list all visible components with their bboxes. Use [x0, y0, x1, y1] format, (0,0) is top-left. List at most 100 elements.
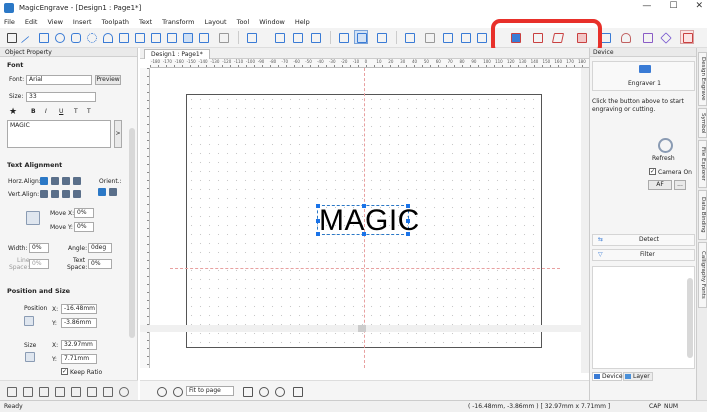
- 3d-tool-icon[interactable]: [640, 30, 654, 44]
- tab-calligraphy-fonts[interactable]: Calligraphy Fonts: [698, 242, 707, 308]
- refresh-icon[interactable]: [658, 138, 673, 153]
- menu-tool[interactable]: Tool: [237, 18, 250, 26]
- zoom-out-icon[interactable]: [170, 384, 184, 398]
- align-justify-icon[interactable]: [73, 177, 81, 185]
- menu-edit[interactable]: Edit: [25, 18, 38, 26]
- curve-tool-icon[interactable]: [116, 30, 130, 44]
- zoom-select[interactable]: Fit to page: [186, 386, 234, 396]
- text-tool-icon[interactable]: [180, 30, 194, 44]
- tab-layer[interactable]: Layer: [623, 372, 653, 381]
- tab-file-explorer[interactable]: File Explorer: [698, 140, 707, 188]
- resize-handle-tr[interactable]: [406, 204, 410, 208]
- trim-tool-icon[interactable]: [458, 30, 472, 44]
- move-x-input[interactable]: 0%: [74, 208, 94, 218]
- align-center-icon[interactable]: [51, 177, 59, 185]
- valign-justify-icon[interactable]: [73, 190, 81, 198]
- menu-toolpath[interactable]: Toolpath: [102, 18, 129, 26]
- pos-y-input[interactable]: -3.86mm: [61, 318, 97, 328]
- favorite-icon[interactable]: ★: [9, 107, 17, 117]
- menu-help[interactable]: Help: [295, 18, 310, 26]
- move-y-input[interactable]: 0%: [74, 222, 94, 232]
- shape-tool-icon[interactable]: [164, 30, 178, 44]
- select-tool-icon[interactable]: [4, 30, 18, 44]
- resize-handle-br[interactable]: [406, 232, 410, 236]
- preview-button[interactable]: Preview: [95, 75, 121, 85]
- angle-input[interactable]: 0deg: [88, 243, 112, 253]
- width-input[interactable]: 0%: [29, 243, 49, 253]
- resize-handle-r[interactable]: [406, 219, 410, 223]
- canvas-horizontal-scrollbar[interactable]: [140, 325, 589, 332]
- resize-handle-l[interactable]: [316, 219, 320, 223]
- undo-icon[interactable]: [116, 384, 130, 398]
- weld-tool-icon[interactable]: [402, 30, 416, 44]
- zoom-fit-icon[interactable]: [256, 384, 270, 398]
- group-tool-icon[interactable]: [336, 30, 350, 44]
- subscript-button[interactable]: T: [87, 108, 91, 115]
- menu-layout[interactable]: Layout: [204, 18, 226, 26]
- align-right-icon[interactable]: [62, 177, 70, 185]
- italic-button[interactable]: I: [45, 108, 47, 115]
- cut-icon[interactable]: [68, 384, 82, 398]
- text-anchor-icon[interactable]: [26, 211, 40, 225]
- line-space-input[interactable]: 0%: [29, 259, 49, 269]
- superscript-button[interactable]: T: [74, 108, 78, 115]
- align-tool-icon[interactable]: [272, 30, 286, 44]
- zoom-in-icon[interactable]: [154, 384, 168, 398]
- af-button[interactable]: AF: [648, 180, 672, 190]
- bold-button[interactable]: B: [31, 108, 36, 115]
- paste-icon[interactable]: [100, 384, 114, 398]
- menu-file[interactable]: File: [4, 18, 15, 26]
- menu-transform[interactable]: Transform: [162, 18, 194, 26]
- flip-tool-icon[interactable]: [148, 30, 162, 44]
- menu-text[interactable]: Text: [139, 18, 152, 26]
- array-tool-icon[interactable]: [308, 30, 322, 44]
- print-icon[interactable]: [52, 384, 66, 398]
- fill-tool-icon[interactable]: [440, 30, 454, 44]
- outline-text-icon[interactable]: [422, 30, 436, 44]
- orient-vertical-icon[interactable]: [109, 188, 117, 196]
- text-content-field[interactable]: MAGIC: [7, 120, 111, 148]
- filter-button[interactable]: ▽ Filter: [592, 249, 695, 261]
- measure-tool-icon[interactable]: [374, 30, 388, 44]
- align-left-icon[interactable]: [40, 177, 48, 185]
- size-y-input[interactable]: 7.71mm: [61, 354, 97, 364]
- close-button[interactable]: ✕: [695, 1, 703, 11]
- device-list[interactable]: [592, 266, 695, 369]
- valign-middle-icon[interactable]: [51, 190, 59, 198]
- size-select[interactable]: 33: [26, 92, 96, 102]
- size-anchor-icon[interactable]: [25, 352, 35, 362]
- engrave-path-icon[interactable]: [474, 30, 488, 44]
- zoom-page-icon[interactable]: [240, 384, 254, 398]
- tab-device[interactable]: Device: [592, 372, 623, 381]
- resize-handle-tl[interactable]: [316, 204, 320, 208]
- arc-tool-icon[interactable]: [100, 30, 114, 44]
- camera-checkbox[interactable]: ✓: [649, 168, 656, 175]
- resize-handle-t[interactable]: [362, 204, 366, 208]
- star-tool-icon[interactable]: [84, 30, 98, 44]
- keep-ratio-checkbox[interactable]: ✓: [61, 368, 68, 375]
- text-space-input[interactable]: 0%: [88, 259, 112, 269]
- magic-text-object[interactable]: MAGIC: [316, 204, 419, 236]
- position-anchor-icon[interactable]: [24, 316, 34, 326]
- valign-top-icon[interactable]: [40, 190, 48, 198]
- grid-view-icon[interactable]: [680, 30, 694, 44]
- portrait-tool-icon[interactable]: [618, 30, 632, 44]
- tab-symbol[interactable]: Symbol: [698, 108, 707, 138]
- grid-tool-icon[interactable]: [244, 30, 258, 44]
- node-tool-icon[interactable]: [132, 30, 146, 44]
- polygon-tool-icon[interactable]: [68, 30, 82, 44]
- resize-handle-b[interactable]: [362, 232, 366, 236]
- zoom-selection-icon[interactable]: [272, 384, 286, 398]
- rectangle-tool-icon[interactable]: [36, 30, 50, 44]
- orient-horizontal-icon[interactable]: [98, 188, 106, 196]
- engraver-button[interactable]: Engraver 1: [592, 61, 695, 91]
- left-panel-scrollbar[interactable]: [129, 128, 135, 338]
- valign-bottom-icon[interactable]: [62, 190, 70, 198]
- pos-x-input[interactable]: -16.48mm: [61, 304, 97, 314]
- distribute-tool-icon[interactable]: [290, 30, 304, 44]
- refresh-button[interactable]: Refresh: [652, 155, 675, 162]
- detect-button[interactable]: ⇆ Detect: [592, 234, 695, 246]
- tab-data-binding[interactable]: Data Binding: [698, 190, 707, 240]
- font-select[interactable]: Arial: [26, 75, 92, 85]
- menu-window[interactable]: Window: [259, 18, 285, 26]
